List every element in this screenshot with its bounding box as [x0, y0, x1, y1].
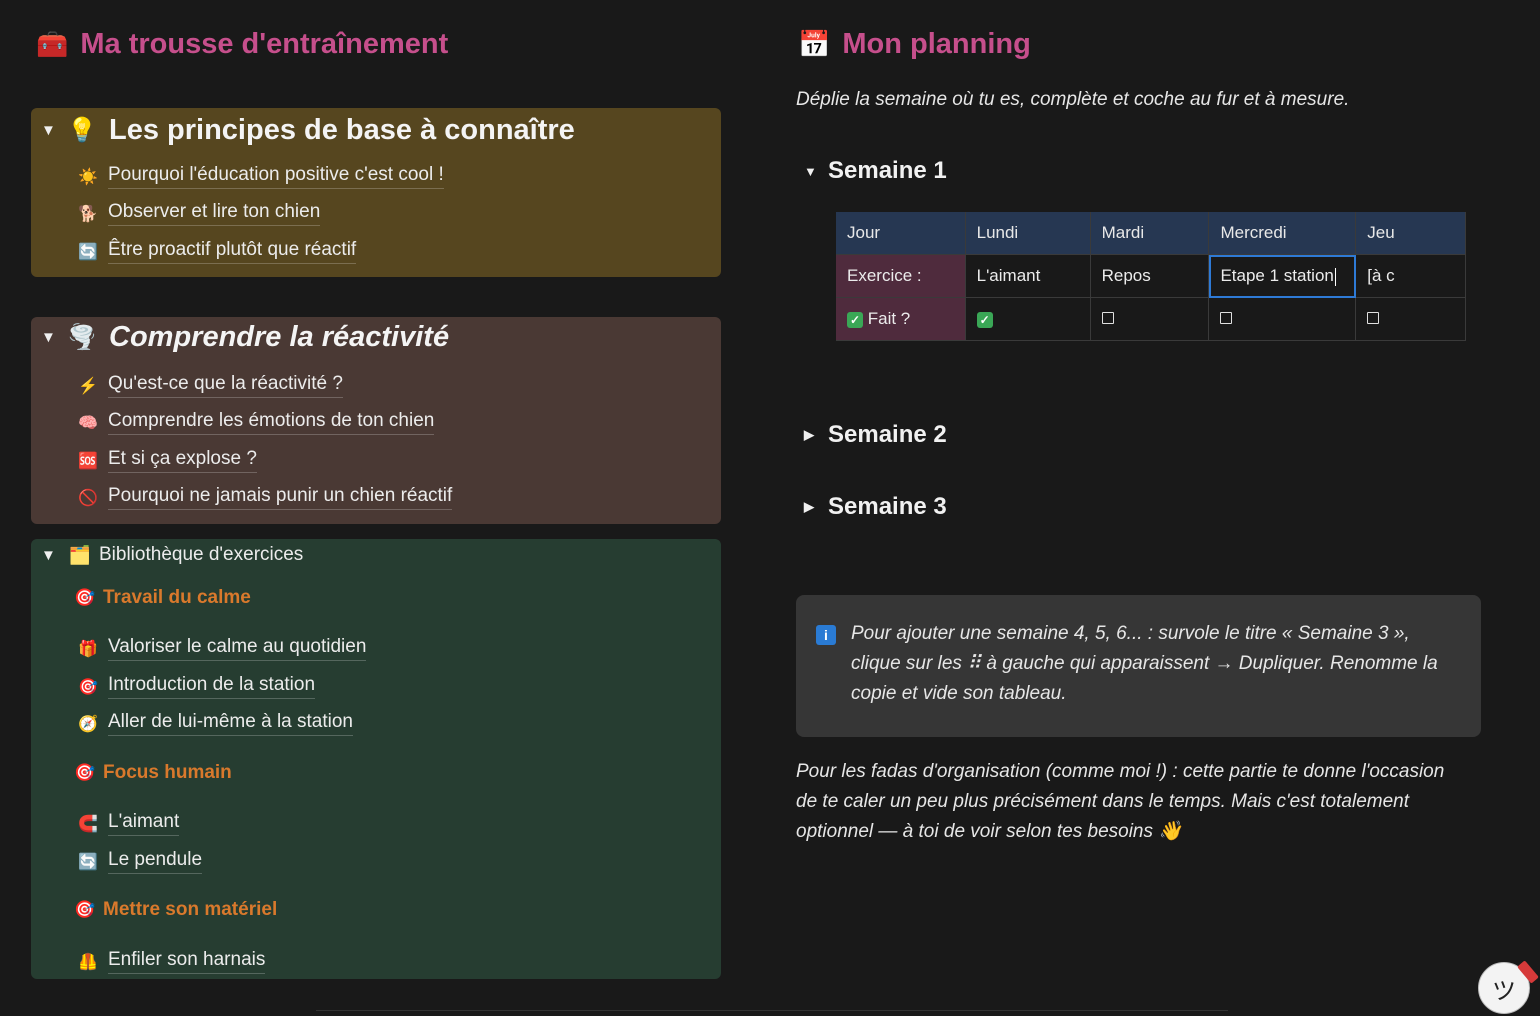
check-mark-icon: ✓ [847, 312, 863, 328]
gift-icon: 🎁 [78, 640, 98, 658]
brain-icon: 🧠 [78, 414, 98, 432]
table-cell[interactable] [1208, 297, 1357, 341]
target-icon: 🎯 [74, 588, 96, 607]
intro-text: Déplie la semaine où tu es, complète et … [796, 89, 1350, 110]
checkbox-icon[interactable] [1367, 312, 1380, 324]
lightbulb-icon: 💡 [67, 117, 97, 144]
planning-table: Jour Lundi Mardi Mercredi Jeu Exercice :… [836, 212, 1466, 342]
toolbox-icon: 🧰 [36, 29, 69, 59]
toggle-principes: ▼ 💡 Les principes de base à connaître ☀️… [31, 108, 721, 277]
calendar-icon: 📅 [798, 29, 831, 59]
table-cell[interactable]: ✓ [965, 297, 1091, 341]
prohibited-icon: 🚫 [78, 489, 98, 507]
chevron-down-icon[interactable]: ▼ [41, 547, 56, 564]
page-link[interactable]: 🎁 Valoriser le calme au quotidien [77, 636, 367, 661]
page-link[interactable]: 🔄 Le pendule [77, 849, 203, 874]
toggle-header[interactable]: ▼ 🗂️ Bibliothèque d'exercices [41, 544, 303, 566]
compass-icon: 🧭 [78, 715, 98, 733]
table-header[interactable]: Mercredi [1208, 212, 1357, 255]
checkbox-icon[interactable] [1101, 312, 1114, 324]
refresh-icon: 🔄 [78, 243, 98, 261]
table-header[interactable]: Mardi [1090, 212, 1210, 255]
sun-icon: ☀️ [78, 168, 98, 186]
chevron-right-icon[interactable]: ▶ [804, 427, 818, 443]
lightning-icon: ⚡ [78, 377, 98, 395]
page-link[interactable]: 🚫 Pourquoi ne jamais punir un chien réac… [77, 485, 453, 510]
toggle-header[interactable]: ▼ 🌪️ Comprendre la réactivité [41, 321, 449, 354]
table-cell[interactable]: Repos [1090, 254, 1210, 298]
toggle-semaine-1[interactable]: ▼ Semaine 1 [804, 157, 947, 185]
toggle-semaine-3[interactable]: ▶ Semaine 3 [804, 493, 947, 521]
magnet-icon: 🧲 [78, 815, 98, 833]
safety-vest-icon: 🦺 [78, 953, 98, 971]
refresh-icon: 🔄 [78, 853, 98, 871]
page-link[interactable]: 🔄 Être proactif plutôt que réactif [77, 239, 357, 264]
page-link[interactable]: 🧠 Comprendre les émotions de ton chien [77, 410, 435, 435]
page-title-left: 🧰 Ma trousse d'entraînement [36, 28, 449, 60]
table-cell-editing[interactable]: Etape 1 station [1208, 254, 1357, 298]
note-text: Pour les fadas d'organisation (comme moi… [796, 761, 1445, 842]
table-cell[interactable] [1090, 297, 1210, 341]
target-icon: 🎯 [74, 763, 96, 782]
table-cell[interactable]: L'aimant [965, 254, 1091, 298]
toggle-semaine-2[interactable]: ▶ Semaine 2 [804, 421, 947, 449]
page-link[interactable]: 🧲 L'aimant [77, 811, 180, 836]
toggle-bibliotheque: ▼ 🗂️ Bibliothèque d'exercices 🎯 Travail … [31, 539, 721, 979]
pencil-icon [1517, 960, 1539, 984]
assistant-button[interactable]: ツ [1478, 960, 1539, 1014]
chevron-down-icon[interactable]: ▼ [41, 122, 56, 139]
toggle-reactivite: ▼ 🌪️ Comprendre la réactivité ⚡ Qu'est-c… [31, 317, 721, 524]
toggle-header[interactable]: ▼ 💡 Les principes de base à connaître [41, 114, 575, 147]
page-link[interactable]: 🎯 Introduction de la station [77, 674, 316, 699]
assistant-face-icon: ツ [1492, 977, 1516, 1005]
text-cursor [1334, 267, 1336, 286]
target-icon: 🎯 [74, 900, 96, 919]
checkbox-icon[interactable] [1220, 312, 1233, 324]
dog-icon: 🐕 [78, 205, 98, 223]
chevron-right-icon[interactable]: ▶ [804, 499, 818, 515]
page-title-right: 📅 Mon planning [798, 28, 1031, 60]
group-heading: 🎯 Mettre son matériel [74, 899, 278, 920]
check-mark-icon[interactable]: ✓ [976, 312, 993, 328]
chevron-down-icon[interactable]: ▼ [804, 164, 818, 179]
folder-icon: 🗂️ [68, 544, 92, 565]
table-header[interactable]: Lundi [965, 212, 1091, 255]
table-header[interactable]: Jeu [1355, 212, 1466, 255]
info-icon: i [816, 625, 836, 645]
row-label-fait[interactable]: ✓ Fait ? [836, 297, 966, 341]
table-cell[interactable]: [à c [1355, 254, 1466, 298]
tornado-icon: 🌪️ [67, 324, 97, 351]
group-heading: 🎯 Travail du calme [74, 587, 251, 608]
info-callout: i Pour ajouter une semaine 4, 5, 6... : … [796, 595, 1481, 737]
page-link[interactable]: 🦺 Enfiler son harnais [77, 949, 266, 974]
page-link[interactable]: 🧭 Aller de lui-même à la station [77, 711, 353, 736]
page-link[interactable]: ☀️ Pourquoi l'éducation positive c'est c… [77, 164, 444, 189]
group-heading: 🎯 Focus humain [74, 762, 232, 783]
row-label-exercice[interactable]: Exercice : [836, 254, 966, 298]
target-icon: 🎯 [78, 678, 98, 696]
table-header[interactable]: Jour [836, 212, 966, 255]
chevron-down-icon[interactable]: ▼ [41, 329, 56, 346]
page-link[interactable]: ⚡ Qu'est-ce que la réactivité ? [77, 373, 343, 398]
table-cell[interactable] [1355, 297, 1466, 341]
sos-icon: 🆘 [78, 452, 98, 470]
page-link[interactable]: 🐕 Observer et lire ton chien [77, 201, 321, 226]
divider [316, 1010, 1228, 1011]
page-link[interactable]: 🆘 Et si ça explose ? [77, 448, 257, 473]
